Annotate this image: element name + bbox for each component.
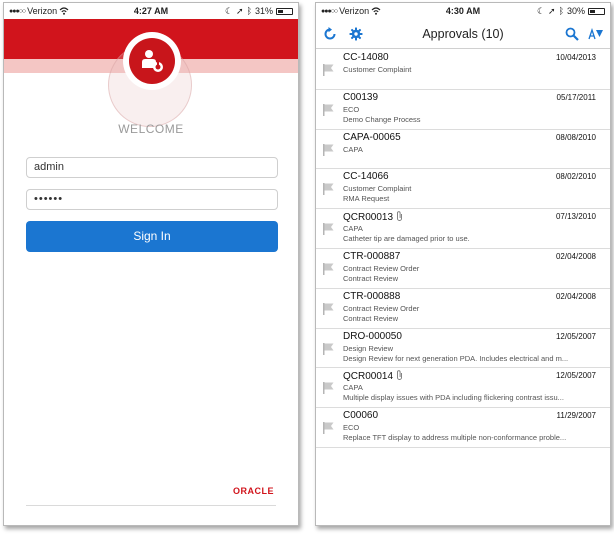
list-item[interactable]: QCR00013 07/13/2010 CAPA Catheter tip are d…: [316, 209, 610, 249]
item-id: DRO-000050: [343, 330, 402, 342]
flag-icon[interactable]: [323, 182, 334, 200]
item-description: Multiple display issues with PDA includi…: [343, 393, 564, 403]
list-item[interactable]: C00060 11/29/2007 ECO Replace TFT display t…: [316, 408, 610, 448]
approval-list: CC-14080 10/04/2013 Customer Complaint C001…: [316, 50, 610, 448]
flag-icon[interactable]: [323, 262, 334, 280]
location-icon: ➚: [548, 5, 556, 16]
item-date: 12/05/2007: [555, 331, 596, 341]
item-type: Contract Review Order: [343, 303, 420, 313]
item-date: 08/02/2010: [555, 172, 596, 182]
nav-bar: Approvals (10): [316, 19, 610, 49]
list-item[interactable]: CC-14066 08/02/2010 Customer Complaint RMA …: [316, 169, 610, 210]
list-item[interactable]: C00139 05/17/2011 ECO Demo Change Process: [316, 90, 610, 130]
carrier-label: Verizon: [339, 6, 370, 16]
flag-icon[interactable]: [323, 421, 334, 439]
welcome-heading: WELCOME: [118, 122, 184, 136]
password-input[interactable]: ••••••: [26, 189, 278, 210]
carrier-label: Verizon: [27, 6, 58, 16]
paperclip-icon: [396, 211, 403, 224]
battery-percent: 30%: [566, 6, 585, 16]
item-id: QCR00013: [343, 212, 394, 224]
signal-icon: ●●●○○: [9, 7, 26, 15]
approvals-screen: ●●●○○ Verizon 4:30 AM ☾ ➚ ᛒ 30% Approval…: [315, 2, 611, 526]
flag-icon[interactable]: [323, 143, 334, 161]
item-date: 12/05/2007: [555, 371, 596, 381]
item-type: Customer Complaint: [343, 184, 412, 194]
item-date: 02/04/2008: [555, 291, 596, 301]
item-date: 10/04/2013: [555, 53, 596, 62]
battery-icon: [276, 7, 293, 15]
item-id: C00060: [343, 410, 379, 422]
refresh-icon[interactable]: [321, 25, 338, 42]
flag-icon[interactable]: [323, 63, 334, 81]
battery-percent: 31%: [254, 6, 273, 16]
item-type: Contract Review Order: [343, 263, 420, 273]
flag-icon[interactable]: [323, 302, 334, 320]
footer-divider: [26, 505, 276, 506]
item-description: Contract Review: [343, 273, 399, 283]
item-date: 11/29/2007: [556, 411, 596, 421]
item-type: ECO: [343, 423, 360, 433]
battery-icon: [588, 7, 605, 15]
flag-icon[interactable]: [323, 381, 334, 399]
item-description: Replace TFT display to address multiple …: [343, 433, 567, 443]
sign-in-button[interactable]: Sign In: [26, 221, 278, 252]
item-id: CAPA-00065: [343, 131, 401, 143]
item-id: QCR00014: [343, 371, 394, 383]
item-id: C00139: [343, 91, 379, 103]
moon-icon: ☾: [536, 5, 546, 16]
item-type: ECO: [343, 104, 360, 114]
login-screen: ●●●○○ Verizon 4:27 AM ☾ ➚ ᛒ 31% WELCOME …: [3, 2, 299, 526]
flag-icon[interactable]: [323, 103, 334, 121]
item-type: Customer Complaint: [343, 65, 412, 74]
list-item[interactable]: CTR-000888 02/04/2008 Contract Review Orde…: [316, 289, 610, 329]
item-id: CTR-000888: [343, 290, 401, 302]
oracle-logo: ORACLE: [233, 486, 274, 496]
item-type: CAPA: [343, 144, 363, 154]
list-item[interactable]: CAPA-00065 08/08/2010 CAPA: [316, 130, 610, 170]
item-type: CAPA: [343, 383, 363, 393]
status-bar: ●●●○○ Verizon 4:27 AM ☾ ➚ ᛒ 31%: [4, 3, 298, 19]
item-type: CAPA: [343, 224, 363, 234]
moon-icon: ☾: [224, 5, 234, 16]
item-type: Design Review: [343, 343, 394, 353]
item-description: Catheter tip are damaged prior to use.: [343, 234, 470, 244]
wifi-icon: [59, 7, 69, 15]
bluetooth-icon: ᛒ: [558, 6, 564, 16]
item-description: Demo Change Process: [343, 114, 421, 124]
paperclip-icon: [396, 370, 403, 383]
list-item[interactable]: CC-14080 10/04/2013 Customer Complaint: [316, 50, 610, 90]
item-date: 05/17/2011: [556, 92, 596, 102]
gear-icon[interactable]: [347, 25, 364, 42]
signal-icon: ●●●○○: [321, 7, 338, 15]
user-badge-icon: [142, 50, 163, 72]
item-id: CTR-000887: [343, 250, 401, 262]
item-date: 07/13/2010: [555, 212, 596, 222]
item-id: CC-14080: [343, 52, 389, 63]
item-description: Design Review for next generation PDA. I…: [343, 353, 569, 363]
app-logo: [123, 32, 181, 90]
flag-icon[interactable]: [323, 342, 334, 360]
wifi-icon: [371, 7, 381, 15]
status-bar: ●●●○○ Verizon 4:30 AM ☾ ➚ ᛒ 30%: [316, 3, 610, 19]
location-icon: ➚: [236, 5, 244, 16]
list-item[interactable]: CTR-000887 02/04/2008 Contract Review Orde…: [316, 249, 610, 289]
username-input[interactable]: admin: [26, 157, 278, 178]
list-item[interactable]: QCR00014 12/05/2007 CAPA Multiple display i…: [316, 368, 610, 409]
list-item[interactable]: DRO-000050 12/05/2007 Design Review Design …: [316, 329, 610, 369]
item-description: RMA Request: [343, 194, 390, 204]
item-id: CC-14066: [343, 171, 389, 183]
item-date: 08/08/2010: [555, 132, 596, 142]
bluetooth-icon: ᛒ: [246, 6, 252, 16]
item-date: 02/04/2008: [555, 251, 596, 261]
sort-icon[interactable]: [587, 25, 604, 42]
flag-icon[interactable]: [323, 222, 334, 240]
search-icon[interactable]: [563, 25, 580, 42]
item-description: Contract Review: [343, 313, 399, 323]
